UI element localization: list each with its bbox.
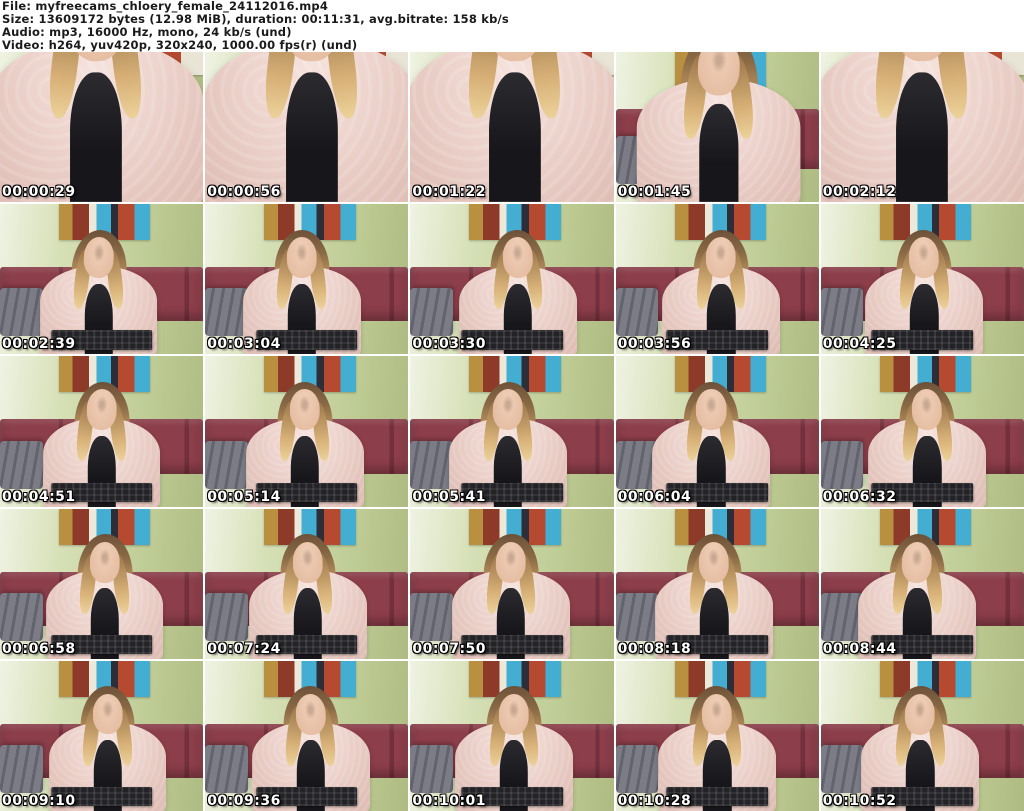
- file-info-header: File: myfreecams_chloery_female_24112016…: [0, 0, 1024, 52]
- timestamp-overlay: 00:06:04: [617, 488, 692, 505]
- timestamp-overlay: 00:04:51: [2, 488, 76, 505]
- video-thumbnail: 00:03:56: [615, 204, 819, 355]
- file-info-line-video: Video: h264, yuv420p, 320x240, 1000.00 f…: [2, 38, 358, 52]
- thumbnail-grid: 00:00:29 00:00:56 00:01:22 00:01:45 00:02:12…: [0, 52, 1024, 811]
- person-face: [695, 389, 727, 430]
- black-top: [69, 71, 122, 203]
- timestamp-overlay: 00:06:32: [822, 488, 897, 505]
- timestamp-overlay: 00:00:29: [2, 184, 76, 201]
- timestamp-overlay: 00:05:14: [207, 488, 281, 505]
- person-face: [85, 388, 118, 431]
- person: [0, 52, 204, 203]
- timestamp-overlay: 00:02:39: [2, 336, 76, 353]
- timestamp-overlay: 00:00:56: [207, 184, 281, 201]
- timestamp-overlay: 00:09:36: [207, 792, 281, 809]
- video-thumbnail: 00:00:29: [0, 52, 204, 203]
- video-thumbnail: 00:01:22: [410, 52, 614, 203]
- video-thumbnail: 00:06:32: [820, 356, 1024, 507]
- black-top: [698, 103, 739, 203]
- timestamp-overlay: 00:08:44: [822, 640, 897, 657]
- video-thumbnail: 00:09:36: [205, 660, 409, 811]
- video-thumbnail: 00:06:58: [0, 508, 204, 659]
- timestamp-overlay: 00:02:12: [822, 184, 897, 201]
- timestamp-overlay: 00:03:30: [412, 336, 487, 353]
- video-thumbnail: 00:10:01: [410, 660, 614, 811]
- video-thumbnail: 00:03:04: [205, 204, 409, 355]
- video-thumbnail: 00:07:24: [205, 508, 409, 659]
- black-top: [285, 71, 339, 203]
- video-thumbnail: 00:08:44: [820, 508, 1024, 659]
- video-thumbnail: 00:04:25: [820, 204, 1024, 355]
- person-face: [89, 541, 121, 583]
- video-thumbnail: 00:05:41: [410, 356, 614, 507]
- timestamp-overlay: 00:01:22: [412, 184, 487, 201]
- video-thumbnail: 00:04:51: [0, 356, 204, 507]
- timestamp-overlay: 00:04:25: [822, 336, 897, 353]
- timestamp-overlay: 00:10:28: [617, 792, 692, 809]
- person-face: [705, 236, 737, 279]
- video-thumbnail: 00:08:18: [615, 508, 819, 659]
- video-thumbnail: 00:02:12: [820, 52, 1024, 203]
- black-top: [895, 71, 948, 203]
- video-thumbnail: 00:01:45: [615, 52, 819, 203]
- person-face: [92, 693, 123, 735]
- timestamp-overlay: 00:09:10: [2, 792, 76, 809]
- video-thumbnail: 00:09:10: [0, 660, 204, 811]
- timestamp-overlay: 00:07:24: [207, 640, 281, 657]
- video-thumbnail: 00:03:30: [410, 204, 614, 355]
- person-face: [498, 693, 530, 735]
- video-thumbnail: 00:02:39: [0, 204, 204, 355]
- timestamp-overlay: 00:03:56: [617, 336, 692, 353]
- timestamp-overlay: 00:01:45: [617, 184, 692, 201]
- person-face: [286, 237, 318, 278]
- video-thumbnail: 00:07:50: [410, 508, 614, 659]
- video-thumbnail: 00:10:28: [615, 660, 819, 811]
- timestamp-overlay: 00:07:50: [412, 640, 487, 657]
- timestamp-overlay: 00:08:18: [617, 640, 692, 657]
- timestamp-overlay: 00:06:58: [2, 640, 76, 657]
- timestamp-overlay: 00:10:01: [412, 792, 487, 809]
- timestamp-overlay: 00:03:04: [207, 336, 281, 353]
- person: [205, 52, 409, 203]
- timestamp-overlay: 00:05:41: [412, 488, 487, 505]
- person: [820, 52, 1024, 203]
- video-thumbnail: 00:05:14: [205, 356, 409, 507]
- person-face: [289, 389, 321, 431]
- video-thumbnail: 00:10:52: [820, 660, 1024, 811]
- black-top: [488, 71, 542, 203]
- video-thumbnail: 00:06:04: [615, 356, 819, 507]
- video-thumbnail: 00:00:56: [205, 52, 409, 203]
- person: [616, 52, 819, 203]
- timestamp-overlay: 00:10:52: [822, 792, 897, 809]
- person: [410, 52, 614, 203]
